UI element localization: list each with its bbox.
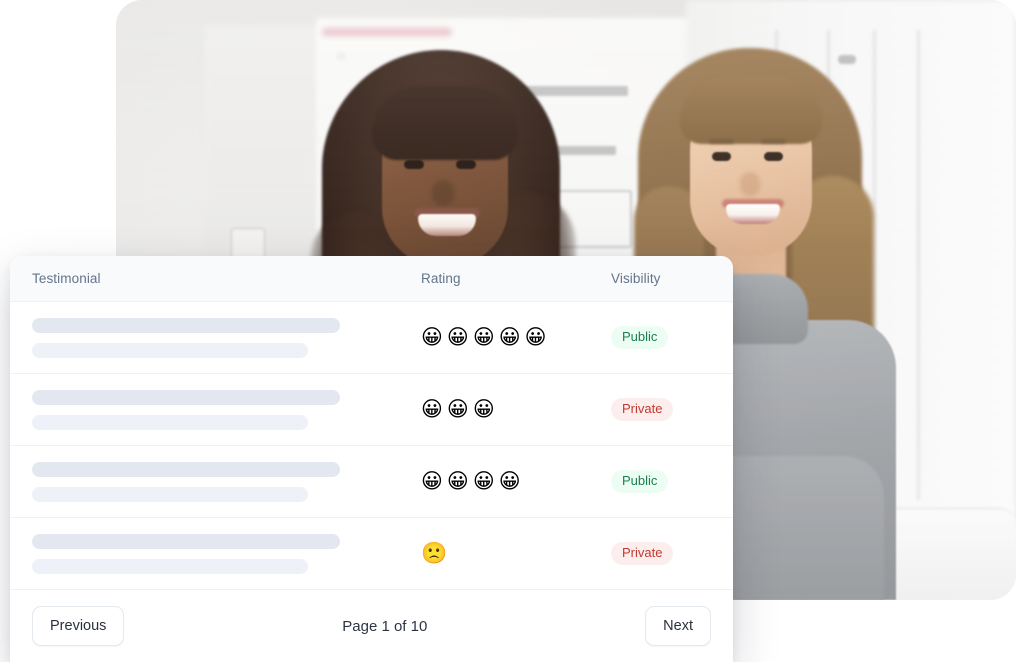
smile xyxy=(418,214,476,236)
skeleton-line xyxy=(32,389,340,405)
table-row[interactable]: 😀 😀 😀 😀 😀 Public xyxy=(10,302,733,374)
table-row[interactable]: 😀 😀 😀 Private xyxy=(10,374,733,446)
skeleton-line xyxy=(32,486,308,502)
grinning-face-icon: 😀 xyxy=(421,325,443,349)
previous-page-button[interactable]: Previous xyxy=(32,606,125,646)
blind-stripe xyxy=(917,30,920,500)
table-row[interactable]: 😀 😀 😀 😀 Public xyxy=(10,446,733,518)
grinning-face-icon: 😀 xyxy=(446,325,469,349)
cell-testimonial xyxy=(32,533,421,574)
eyebrow xyxy=(401,146,427,152)
next-page-button[interactable]: Next xyxy=(645,606,711,646)
table-row[interactable]: 🙁 Private xyxy=(10,518,733,590)
eyebrow xyxy=(761,139,786,144)
nose xyxy=(432,180,454,206)
testimonial-placeholder xyxy=(32,461,421,502)
pagination-bar: Previous Page 1 of 10 Next xyxy=(10,590,733,662)
grinning-face-icon: 😀 xyxy=(524,325,547,349)
grinning-face-icon: 😀 xyxy=(498,469,521,493)
skeleton-line xyxy=(32,414,308,430)
visibility-status-badge[interactable]: Private xyxy=(611,397,674,422)
table-header-row: Testimonial Rating Visibility xyxy=(10,256,733,302)
testimonial-placeholder xyxy=(32,389,421,430)
grinning-face-icon: 😀 xyxy=(446,469,469,493)
eye xyxy=(712,152,731,161)
cell-testimonial xyxy=(32,461,421,502)
cell-rating[interactable]: 😀 😀 😀 😀 😀 xyxy=(421,327,611,348)
column-header-testimonial: Testimonial xyxy=(32,271,101,286)
eye xyxy=(456,160,476,169)
skeleton-line xyxy=(32,342,308,358)
eyebrow xyxy=(453,146,479,152)
skeleton-line xyxy=(32,533,340,549)
cell-rating[interactable]: 😀 😀 😀 xyxy=(421,399,611,420)
grinning-face-icon: 😀 xyxy=(498,325,521,349)
testimonial-placeholder xyxy=(32,533,421,574)
hair-fringe xyxy=(680,76,822,144)
grinning-face-icon: 😀 xyxy=(446,397,469,421)
frowning-face-icon: 🙁 xyxy=(421,541,448,565)
visibility-status-badge[interactable]: Public xyxy=(611,469,669,494)
visibility-status-badge[interactable]: Private xyxy=(611,541,674,566)
skeleton-line xyxy=(32,461,340,477)
cell-testimonial xyxy=(32,389,421,430)
hair-fringe xyxy=(372,86,518,160)
eye xyxy=(404,160,424,169)
cell-visibility: Public xyxy=(611,325,731,350)
cell-rating[interactable]: 🙁 xyxy=(421,543,611,564)
column-header-rating: Rating xyxy=(421,271,461,286)
testimonials-table-card: Testimonial Rating Visibility 😀 😀 😀 😀 😀 Publi… xyxy=(10,256,733,662)
page-indicator: Page 1 of 10 xyxy=(342,617,428,635)
nose xyxy=(740,172,760,196)
column-header-visibility: Visibility xyxy=(611,271,661,286)
eyebrow xyxy=(709,139,734,144)
cell-testimonial xyxy=(32,317,421,358)
cell-visibility: Private xyxy=(611,541,731,566)
whiteboard-pink-marking xyxy=(322,28,452,36)
skeleton-line xyxy=(32,317,340,333)
testimonial-placeholder xyxy=(32,317,421,358)
screenshot-root: Testimonial Rating Visibility 😀 😀 😀 😀 😀 Publi… xyxy=(0,0,1016,662)
table-body: 😀 😀 😀 😀 😀 Public 😀 😀 😀 Private 😀 😀 😀 😀 Public 🙁 Private xyxy=(10,302,733,590)
cell-visibility: Public xyxy=(611,469,731,494)
grinning-face-icon: 😀 xyxy=(421,397,443,421)
eye xyxy=(764,152,783,161)
visibility-status-badge[interactable]: Public xyxy=(611,325,669,350)
cell-visibility: Private xyxy=(611,397,731,422)
cell-rating[interactable]: 😀 😀 😀 😀 xyxy=(421,471,611,492)
smile xyxy=(726,204,780,224)
skeleton-line xyxy=(32,558,308,574)
grinning-face-icon: 😀 xyxy=(472,397,495,421)
grinning-face-icon: 😀 xyxy=(472,325,495,349)
grinning-face-icon: 😀 xyxy=(472,469,495,493)
grinning-face-icon: 😀 xyxy=(421,469,443,493)
